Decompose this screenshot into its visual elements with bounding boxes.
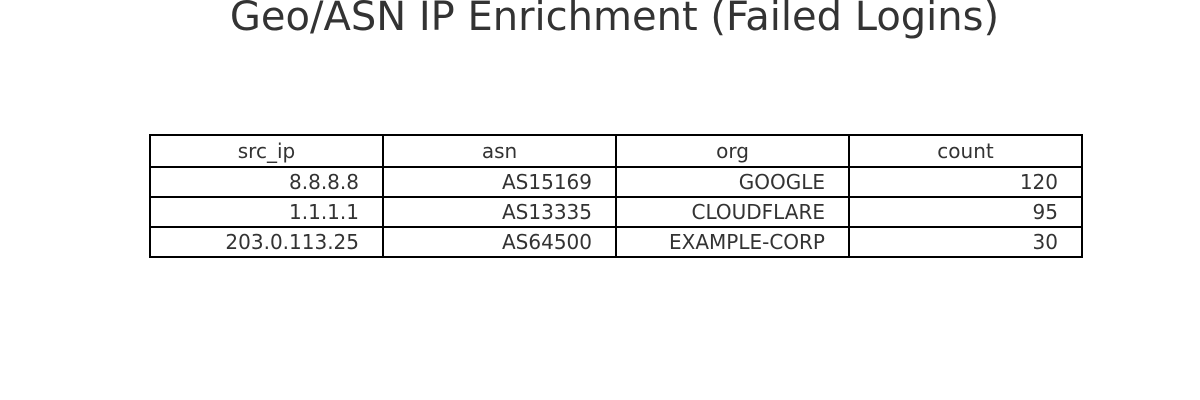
ip-enrichment-table: src_ip asn org count 8.8.8.8 AS15169 GOO… — [149, 134, 1083, 258]
cell-src-ip: 8.8.8.8 — [149, 166, 384, 198]
cell-asn: AS15169 — [382, 166, 617, 198]
cell-src-ip: 1.1.1.1 — [149, 196, 384, 228]
cell-src-ip: 203.0.113.25 — [149, 226, 384, 258]
cell-org: EXAMPLE-CORP — [615, 226, 850, 258]
column-header-count: count — [848, 134, 1083, 168]
table-header-row: src_ip asn org count — [149, 134, 1083, 168]
cell-asn: AS13335 — [382, 196, 617, 228]
column-header-src-ip: src_ip — [149, 134, 384, 168]
cell-org: GOOGLE — [615, 166, 850, 198]
table-row: 203.0.113.25 AS64500 EXAMPLE-CORP 30 — [149, 226, 1083, 258]
cell-count: 95 — [848, 196, 1083, 228]
table-row: 8.8.8.8 AS15169 GOOGLE 120 — [149, 166, 1083, 198]
cell-org: CLOUDFLARE — [615, 196, 850, 228]
cell-count: 120 — [848, 166, 1083, 198]
chart-title: Geo/ASN IP Enrichment (Failed Logins) — [229, 0, 1000, 40]
cell-asn: AS64500 — [382, 226, 617, 258]
cell-count: 30 — [848, 226, 1083, 258]
table-row: 1.1.1.1 AS13335 CLOUDFLARE 95 — [149, 196, 1083, 228]
column-header-org: org — [615, 134, 850, 168]
column-header-asn: asn — [382, 134, 617, 168]
